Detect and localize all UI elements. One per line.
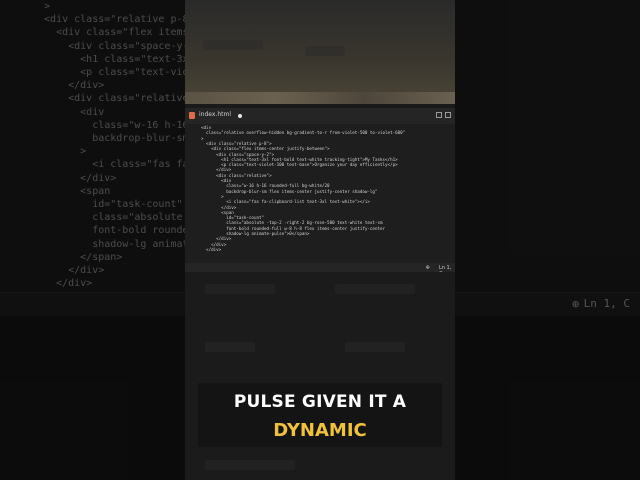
code-line: class="relative overflow-hidden bg-gradi… [201,130,406,136]
blurred-shape [205,460,295,470]
video-strip [185,92,455,104]
zoom-icon[interactable]: ⊕ [426,264,430,271]
caption-line-1: PULSE GIVEN IT A [233,392,407,412]
editor-status-bar: ⊕ Ln 1, C [185,263,455,277]
blurred-shape [335,284,415,294]
split-editor-icon[interactable] [445,112,451,118]
code-line: </div> [201,246,222,252]
blurred-shape [345,342,405,352]
dim-overlay-right [455,0,640,480]
code-line: class="absolute -top-2 -right-2 bg-rose-… [201,220,383,226]
code-line: </div> [201,167,232,173]
html-file-icon [189,112,195,119]
video-top-area [185,0,455,100]
blurred-shape [305,46,345,56]
code-line: <i class="fas fa-clipboard-list text-3xl… [201,199,370,205]
compare-icon[interactable] [436,112,442,118]
caption-line-2: DYNAMIC [273,420,367,441]
blurred-shape [205,284,275,294]
blurred-shape [203,40,263,50]
code-line: <div class="flex items-center justify-be… [201,146,330,152]
tab-index-html[interactable]: index.html [199,111,231,118]
dim-overlay-left [0,0,185,480]
code-editor: index.html <div class="relative overflow… [185,108,455,270]
code-line: backdrop-blur-sm flex items-center justi… [201,188,378,194]
code-line: </div> [201,236,232,242]
unsaved-dot-icon[interactable] [238,114,242,118]
blurred-shape [205,342,255,352]
code-line: class="w-16 h-16 rounded-full bg-white/2… [201,183,330,189]
video-bottom-area [185,272,455,480]
editor-tab-bar: index.html [185,108,455,124]
